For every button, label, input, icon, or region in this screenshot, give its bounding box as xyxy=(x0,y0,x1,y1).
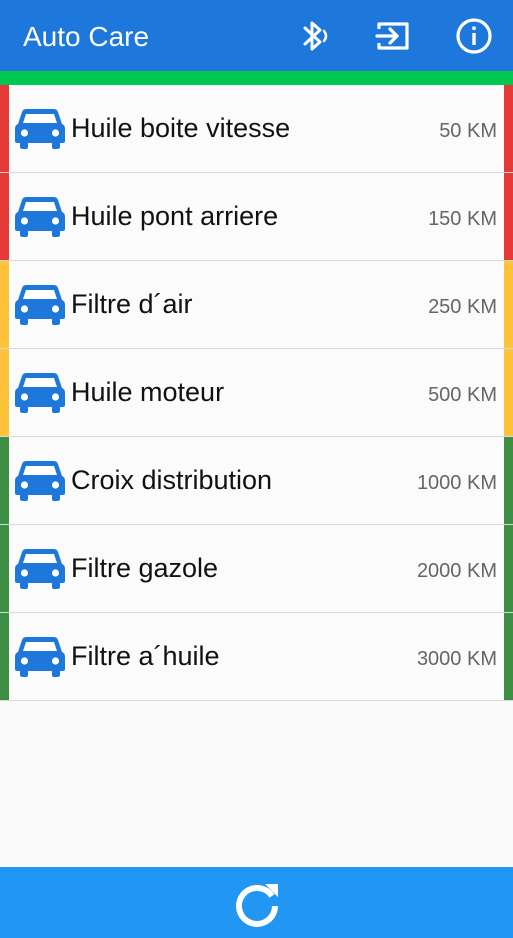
item-label: Filtre gazole xyxy=(71,553,219,583)
app-title: Auto Care xyxy=(23,21,150,52)
item-label: Filtre a´huile xyxy=(71,641,220,671)
status-indicator-left xyxy=(0,525,9,612)
item-label: Huile moteur xyxy=(71,377,225,407)
car-icon xyxy=(15,545,65,589)
refresh-icon[interactable] xyxy=(230,877,284,931)
app-bar: Auto Care xyxy=(0,0,513,71)
list-item[interactable]: Huile pont arriere 150 KM xyxy=(0,173,513,261)
status-indicator-right xyxy=(504,173,513,260)
item-distance: 50 KM xyxy=(439,120,497,142)
status-indicator-left xyxy=(0,613,9,700)
item-distance: 500 KM xyxy=(428,384,497,406)
status-indicator-left xyxy=(0,349,9,436)
list-item[interactable]: Huile boite vitesse 50 KM xyxy=(0,85,513,173)
status-indicator-right xyxy=(504,525,513,612)
status-indicator-right xyxy=(504,261,513,348)
status-indicator-left xyxy=(0,173,9,260)
status-indicator-right xyxy=(504,437,513,524)
status-strip xyxy=(0,71,513,85)
status-indicator-left xyxy=(0,85,9,172)
car-icon xyxy=(15,281,65,325)
item-distance: 1000 KM xyxy=(416,472,497,494)
car-icon xyxy=(15,457,65,501)
list-item[interactable]: Filtre a´huile 3000 KM xyxy=(0,613,513,701)
info-icon[interactable] xyxy=(454,14,494,58)
status-indicator-right xyxy=(504,85,513,172)
maintenance-list: Huile boite vitesse 50 KM Huile pont arrie… xyxy=(0,85,513,701)
list-item[interactable]: Huile moteur 500 KM xyxy=(0,349,513,437)
bluetooth-icon[interactable] xyxy=(293,14,333,58)
bottom-bar xyxy=(0,867,513,938)
status-indicator-left xyxy=(0,261,9,348)
list-item[interactable]: Filtre gazole 2000 KM xyxy=(0,525,513,613)
item-distance: 3000 KM xyxy=(416,648,497,670)
exit-icon[interactable] xyxy=(373,14,413,58)
car-icon xyxy=(15,633,65,677)
item-label: Huile boite vitesse xyxy=(71,113,291,143)
item-distance: 150 KM xyxy=(428,208,497,230)
car-icon xyxy=(15,105,65,149)
item-label: Huile pont arriere xyxy=(71,201,279,231)
list-item[interactable]: Filtre d´air 250 KM xyxy=(0,261,513,349)
car-icon xyxy=(15,193,65,237)
status-indicator-right xyxy=(504,349,513,436)
list-item[interactable]: Croix distribution 1000 KM xyxy=(0,437,513,525)
item-label: Filtre d´air xyxy=(71,289,193,319)
status-indicator-left xyxy=(0,437,9,524)
status-indicator-right xyxy=(504,613,513,700)
item-label: Croix distribution xyxy=(71,465,273,495)
car-icon xyxy=(15,369,65,413)
item-distance: 2000 KM xyxy=(416,560,497,582)
item-distance: 250 KM xyxy=(428,296,497,318)
